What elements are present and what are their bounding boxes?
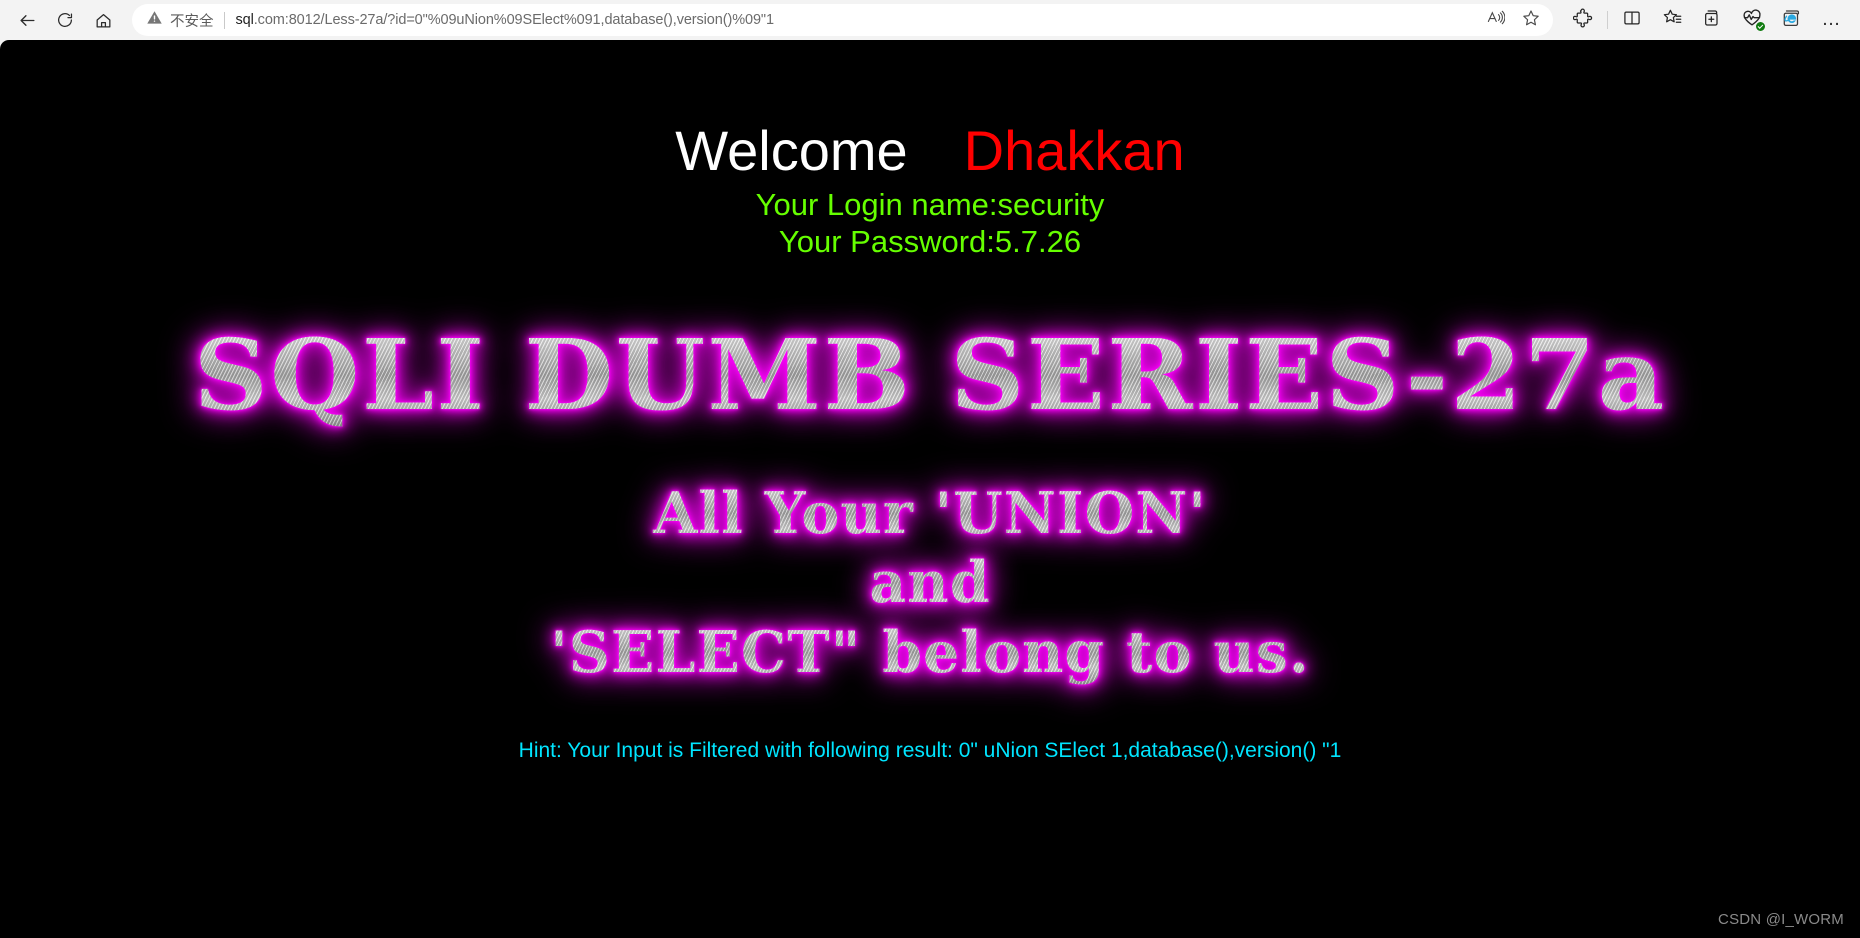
- back-button[interactable]: [8, 4, 46, 36]
- star-favorite-icon: [1521, 8, 1541, 33]
- puzzle-piece-icon: [1572, 8, 1593, 33]
- home-button[interactable]: [84, 4, 122, 36]
- warning-triangle-icon: [146, 9, 163, 31]
- add-favorite-button[interactable]: [1513, 5, 1549, 35]
- star-list-icon: [1662, 7, 1683, 33]
- welcome-username: Dhakkan: [963, 119, 1185, 182]
- back-arrow-icon: [18, 11, 37, 30]
- ie-mode-button[interactable]: [1772, 4, 1812, 36]
- address-bar[interactable]: 不安全 sql.com:8012/Less-27a/?id=0"%09uNion…: [132, 4, 1553, 36]
- browser-toolbar: 不安全 sql.com:8012/Less-27a/?id=0"%09uNion…: [0, 0, 1860, 40]
- url-host: sql: [235, 12, 254, 28]
- union-line-3: 'SELECT" belong to us.: [0, 617, 1860, 688]
- welcome-word: Welcome: [675, 119, 908, 182]
- read-aloud-icon: [1486, 8, 1505, 32]
- refresh-button[interactable]: [46, 4, 84, 36]
- refresh-icon: [56, 11, 74, 29]
- essentials-status-badge: [1755, 21, 1766, 32]
- url-text[interactable]: sql.com:8012/Less-27a/?id=0"%09uNion%09S…: [236, 12, 1478, 28]
- read-aloud-button[interactable]: [1477, 5, 1513, 35]
- split-screen-icon: [1622, 8, 1642, 33]
- site-security-chip[interactable]: 不安全: [146, 9, 224, 31]
- omnibox-actions: [1477, 5, 1549, 35]
- ellipsis-icon: …: [1821, 9, 1843, 30]
- collections-add-icon: [1702, 8, 1722, 33]
- login-name-line: Your Login name:security: [755, 186, 1105, 222]
- browser-actions: …: [1559, 4, 1852, 36]
- watermark: CSDN @I_WORM: [1718, 911, 1844, 928]
- internet-explorer-icon: [1781, 7, 1803, 34]
- extensions-button[interactable]: [1563, 4, 1603, 36]
- favorites-button[interactable]: [1652, 4, 1692, 36]
- welcome-heading: Welcome Dhakkan: [0, 40, 1860, 181]
- omnibox-divider: [223, 11, 225, 29]
- url-path: .com:8012/Less-27a/?id=0"%09uNion%09SEle…: [253, 12, 774, 28]
- split-screen-button[interactable]: [1612, 4, 1652, 36]
- union-line-2: and: [0, 548, 1860, 618]
- browser-essentials-button[interactable]: [1732, 4, 1772, 36]
- security-label: 不安全: [170, 13, 214, 30]
- settings-more-button[interactable]: …: [1812, 4, 1852, 36]
- series-title: SQLI DUMB SERIES-27a: [0, 322, 1860, 429]
- collections-button[interactable]: [1692, 4, 1732, 36]
- password-line: Your Password:5.7.26: [778, 224, 1082, 260]
- toolbar-divider: [1607, 11, 1608, 29]
- union-message-block: All Your 'UNION' and 'SELECT" belong to …: [0, 478, 1860, 688]
- page-viewport: Welcome Dhakkan Your Login name:security …: [0, 40, 1860, 938]
- hint-text: Hint: Your Input is Filtered with follow…: [518, 739, 1342, 763]
- union-line-1: All Your 'UNION': [0, 478, 1860, 549]
- home-icon: [94, 11, 113, 30]
